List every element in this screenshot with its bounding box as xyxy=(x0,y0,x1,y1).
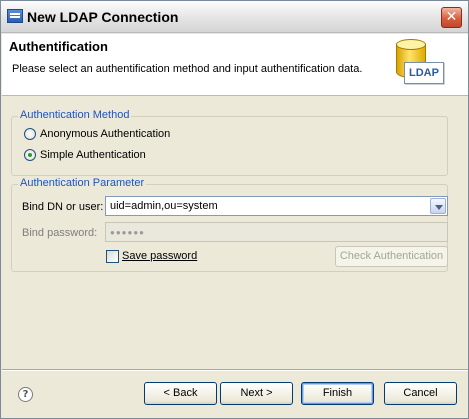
bind-dn-value: uid=admin,ou=system xyxy=(110,200,218,212)
authentication-method-group: Authentication Method Anonymous Authenti… xyxy=(11,109,448,176)
radio-button-selected[interactable] xyxy=(24,149,36,161)
bind-password-value: ●●●●●● xyxy=(110,228,145,237)
title-bar[interactable]: New LDAP Connection ✕ xyxy=(1,1,468,33)
bind-password-field[interactable]: ●●●●●● xyxy=(105,222,448,242)
check-authentication-button[interactable]: Check Authentication xyxy=(335,246,448,267)
page-title: Authentification xyxy=(9,39,108,54)
app-icon xyxy=(7,9,23,23)
ldap-database-icon: LDAP xyxy=(392,36,448,94)
close-button[interactable]: ✕ xyxy=(441,7,462,28)
radio-simple-authentication[interactable]: Simple Authentication xyxy=(24,149,146,161)
dialog-window: New LDAP Connection ✕ Authentification P… xyxy=(0,0,469,419)
finish-button[interactable]: Finish xyxy=(301,382,374,405)
wizard-banner: Authentification Please select an authen… xyxy=(2,34,468,96)
authentication-method-legend: Authentication Method xyxy=(18,109,132,121)
close-icon: ✕ xyxy=(445,9,458,25)
page-description: Please select an authentification method… xyxy=(12,63,363,75)
save-password-label[interactable]: Save password xyxy=(122,250,197,262)
next-button[interactable]: Next > xyxy=(220,382,293,405)
bind-dn-combo[interactable]: uid=admin,ou=system xyxy=(105,196,448,216)
window-title: New LDAP Connection xyxy=(27,9,179,25)
bind-dn-label: Bind DN or user: xyxy=(22,201,104,213)
authentication-parameter-legend: Authentication Parameter xyxy=(18,177,147,189)
save-password-checkbox[interactable] xyxy=(106,250,119,263)
back-button[interactable]: < Back xyxy=(144,382,217,405)
wizard-content: Authentication Method Anonymous Authenti… xyxy=(2,97,468,369)
radio-label: Anonymous Authentication xyxy=(40,128,171,140)
help-icon[interactable]: ? xyxy=(18,387,33,402)
chevron-down-icon[interactable] xyxy=(430,198,446,214)
bottom-separator xyxy=(2,369,468,371)
ldap-logo-label: LDAP xyxy=(404,62,444,84)
bind-password-label: Bind password: xyxy=(22,227,98,239)
radio-label: Simple Authentication xyxy=(40,149,146,161)
cancel-button[interactable]: Cancel xyxy=(384,382,457,405)
radio-button[interactable] xyxy=(24,128,36,140)
authentication-parameter-group: Authentication Parameter Bind DN or user… xyxy=(11,177,448,272)
database-cylinder-top xyxy=(396,39,426,50)
radio-anonymous-authentication[interactable]: Anonymous Authentication xyxy=(24,128,170,140)
